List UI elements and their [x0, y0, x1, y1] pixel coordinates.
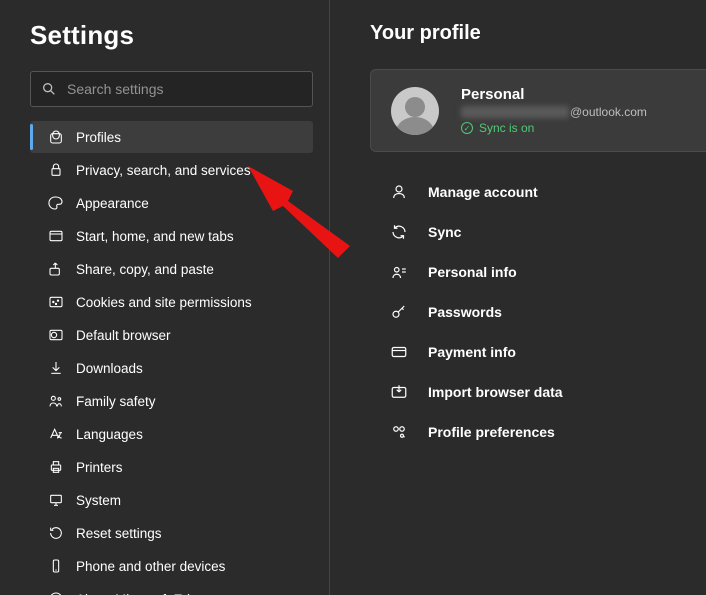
sync-check-icon: ✓	[461, 122, 473, 134]
search-box[interactable]	[30, 71, 313, 107]
sidebar-item-label: Printers	[76, 460, 123, 475]
main-content: Your profile Personal @outlook.com ✓ Syn…	[330, 0, 706, 595]
sidebar-item-appearance[interactable]: Appearance	[30, 187, 313, 219]
email-suffix: @outlook.com	[570, 105, 647, 119]
family-icon	[48, 393, 64, 409]
option-label: Profile preferences	[428, 424, 555, 440]
sidebar-item-label: Cookies and site permissions	[76, 295, 252, 310]
sidebar-item-label: Downloads	[76, 361, 143, 376]
sidebar-item-reset[interactable]: Reset settings	[30, 517, 313, 549]
sidebar-item-label: Phone and other devices	[76, 559, 225, 574]
sidebar-item-label: System	[76, 493, 121, 508]
avatar	[391, 87, 439, 135]
sidebar-item-family[interactable]: Family safety	[30, 385, 313, 417]
reset-icon	[48, 525, 64, 541]
person-icon	[390, 183, 408, 201]
option-label: Personal info	[428, 264, 517, 280]
sidebar-item-label: Profiles	[76, 130, 121, 145]
sync-status: ✓ Sync is on	[461, 121, 647, 135]
sidebar-item-cookies[interactable]: Cookies and site permissions	[30, 286, 313, 318]
sidebar-item-about[interactable]: About Microsoft Edge	[30, 583, 313, 595]
profile-email: @outlook.com	[461, 105, 647, 119]
settings-title: Settings	[30, 20, 313, 51]
option-label: Sync	[428, 224, 461, 240]
option-sync[interactable]: Sync	[370, 212, 706, 252]
option-preferences[interactable]: Profile preferences	[370, 412, 706, 452]
option-label: Passwords	[428, 304, 502, 320]
profile-name: Personal	[461, 86, 647, 103]
languages-icon	[48, 426, 64, 442]
settings-sidebar: Settings Profiles Privacy, search, and s…	[0, 0, 330, 595]
sidebar-item-label: About Microsoft Edge	[76, 592, 205, 595]
sidebar-item-label: Privacy, search, and services	[76, 163, 251, 178]
option-label: Import browser data	[428, 384, 563, 400]
edge-icon	[48, 591, 64, 595]
preferences-icon	[390, 423, 408, 441]
option-label: Payment info	[428, 344, 516, 360]
sidebar-item-default-browser[interactable]: Default browser	[30, 319, 313, 351]
id-icon	[390, 263, 408, 281]
page-title: Your profile	[370, 22, 706, 45]
sidebar-item-system[interactable]: System	[30, 484, 313, 516]
system-icon	[48, 492, 64, 508]
sidebar-item-profiles[interactable]: Profiles	[30, 121, 313, 153]
sidebar-item-label: Default browser	[76, 328, 171, 343]
lock-icon	[48, 162, 64, 178]
sidebar-item-downloads[interactable]: Downloads	[30, 352, 313, 384]
sidebar-item-label: Reset settings	[76, 526, 162, 541]
card-icon	[390, 343, 408, 361]
sidebar-item-share-copy[interactable]: Share, copy, and paste	[30, 253, 313, 285]
browser-icon	[48, 327, 64, 343]
search-input[interactable]	[57, 81, 302, 97]
sidebar-item-label: Share, copy, and paste	[76, 262, 214, 277]
sidebar-item-label: Start, home, and new tabs	[76, 229, 234, 244]
sidebar-item-languages[interactable]: Languages	[30, 418, 313, 450]
cookies-icon	[48, 294, 64, 310]
sync-icon	[390, 223, 408, 241]
import-icon	[390, 383, 408, 401]
sidebar-item-privacy[interactable]: Privacy, search, and services	[30, 154, 313, 186]
sidebar-item-start-home[interactable]: Start, home, and new tabs	[30, 220, 313, 252]
option-personal-info[interactable]: Personal info	[370, 252, 706, 292]
option-payment[interactable]: Payment info	[370, 332, 706, 372]
sidebar-item-label: Family safety	[76, 394, 156, 409]
sidebar-item-printers[interactable]: Printers	[30, 451, 313, 483]
key-icon	[390, 303, 408, 321]
redacted-email-prefix	[461, 106, 569, 118]
phone-icon	[48, 558, 64, 574]
option-passwords[interactable]: Passwords	[370, 292, 706, 332]
tab-icon	[48, 228, 64, 244]
download-icon	[48, 360, 64, 376]
sync-text: Sync is on	[479, 121, 534, 135]
sidebar-item-phone[interactable]: Phone and other devices	[30, 550, 313, 582]
sidebar-item-label: Appearance	[76, 196, 149, 211]
sidebar-item-label: Languages	[76, 427, 143, 442]
printer-icon	[48, 459, 64, 475]
appearance-icon	[48, 195, 64, 211]
search-icon	[41, 81, 57, 97]
share-icon	[48, 261, 64, 277]
option-import[interactable]: Import browser data	[370, 372, 706, 412]
option-manage-account[interactable]: Manage account	[370, 172, 706, 212]
profile-card[interactable]: Personal @outlook.com ✓ Sync is on	[370, 69, 706, 152]
profiles-icon	[48, 129, 64, 145]
option-label: Manage account	[428, 184, 538, 200]
